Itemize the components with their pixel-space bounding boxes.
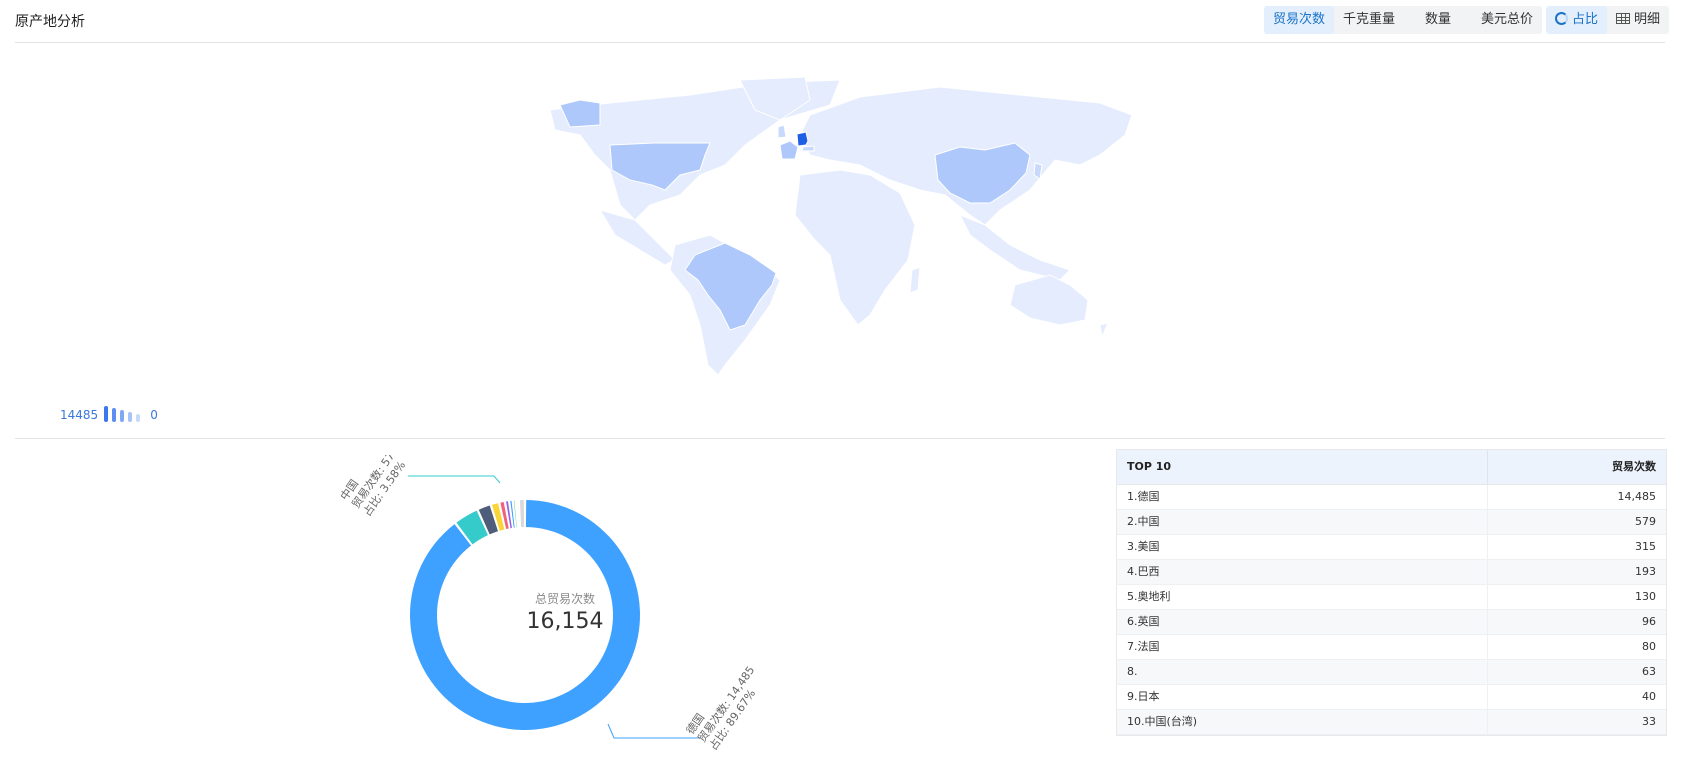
metric-tab-usd-total[interactable]: 美元总价 [1472,6,1542,34]
metric-tab-quantity[interactable]: 数量 [1404,6,1472,34]
table-row[interactable]: 3.美国 315 [1117,535,1666,560]
row-trade-count: 33 [1642,715,1656,728]
row-country: 3.美国 [1117,535,1488,559]
metric-tab-trade-count[interactable]: 贸易次数 [1264,6,1335,34]
map-legend: 14485 0 [60,400,158,422]
map-region-southeast-asia[interactable] [958,214,1071,281]
row-country: 8. [1117,660,1488,684]
legend-bar[interactable] [136,414,141,422]
view-tab-share-label: 占比 [1572,12,1599,27]
row-trade-count: 193 [1635,565,1656,578]
donut-icon [1555,12,1568,25]
row-trade-count: 315 [1635,540,1656,553]
page-title: 原产地分析 [15,14,85,30]
row-trade-count: 80 [1642,640,1656,653]
table-header-rank[interactable]: TOP 10 [1117,450,1488,484]
row-country: 2.中国 [1117,510,1488,534]
legend-bar[interactable] [104,406,109,422]
row-trade-count: 40 [1642,690,1656,703]
table-header: TOP 10 贸易次数 [1117,450,1666,485]
row-country: 9.日本 [1117,685,1488,709]
table-row[interactable]: 7.法国 80 [1117,635,1666,660]
map-country-uk[interactable] [777,124,787,139]
row-country: 7.法国 [1117,635,1488,659]
metric-switcher: 贸易次数 千克重量 数量 美元总价 [1264,6,1543,34]
map-country-france[interactable] [779,140,799,160]
table-body: 1.德国 14,485 2.中国 579 3.美国 315 4.巴西 193 5.奥地利… [1117,485,1666,735]
table-header-trade-count[interactable]: 贸易次数 [1488,450,1666,484]
row-country: 1.德国 [1117,485,1488,509]
section-divider [15,438,1665,439]
legend-min-value: 0 [150,408,158,422]
map-region-new-zealand[interactable] [1099,322,1109,339]
view-tab-detail-label: 明细 [1634,12,1661,27]
donut-slice-其他-10[interactable] [519,500,525,528]
callout-leader-china [408,475,501,484]
row-trade-count: 130 [1635,590,1656,603]
map-region-africa[interactable] [794,169,916,326]
row-trade-count: 579 [1635,515,1656,528]
table-row[interactable]: 4.巴西 193 [1117,560,1666,585]
header-divider [15,42,1665,43]
row-country: 4.巴西 [1117,560,1488,584]
view-tab-detail[interactable]: 明细 [1607,6,1669,34]
map-region-central-america[interactable] [598,209,676,266]
table-icon [1616,13,1631,24]
table-row[interactable]: 10.中国(台湾) 33 [1117,710,1666,735]
table-row[interactable]: 9.日本 40 [1117,685,1666,710]
row-country: 10.中国(台湾) [1117,710,1488,734]
row-trade-count: 14,485 [1617,490,1657,503]
table-row[interactable]: 8. 63 [1117,660,1666,685]
metric-tab-weight-kg[interactable]: 千克重量 [1334,6,1404,34]
map-region-madagascar[interactable] [909,266,921,294]
legend-max-value: 14485 [60,408,99,422]
table-row[interactable]: 5.奥地利 130 [1117,585,1666,610]
row-trade-count: 63 [1642,665,1656,678]
row-country: 6.英国 [1117,610,1488,634]
map-country-germany[interactable] [796,131,809,147]
row-country: 5.奥地利 [1117,585,1488,609]
top10-table: TOP 10 贸易次数 1.德国 14,485 2.中国 579 3.美国 315 4… [1116,449,1667,736]
table-row[interactable]: 1.德国 14,485 [1117,485,1666,510]
world-map[interactable] [540,75,1140,385]
donut-center-value: 16,154 [526,609,604,634]
row-trade-count: 96 [1642,615,1656,628]
donut-slice-item-7[interactable] [513,500,517,528]
table-row[interactable]: 6.英国 96 [1117,610,1666,635]
legend-scale [104,406,144,422]
map-region-australia[interactable] [1009,274,1089,326]
view-tab-share[interactable]: 占比 [1546,6,1608,34]
donut-center-label: 总贸易次数 [534,592,595,606]
map-country-austria[interactable] [801,145,815,152]
legend-bar[interactable] [120,410,125,422]
table-row[interactable]: 2.中国 579 [1117,510,1666,535]
legend-bar[interactable] [112,408,117,422]
view-switcher: 占比 明细 [1546,6,1670,34]
legend-bar[interactable] [128,412,133,422]
panel-header: 原产地分析 贸易次数 千克重量 数量 美元总价 占比 明细 [0,0,1690,44]
